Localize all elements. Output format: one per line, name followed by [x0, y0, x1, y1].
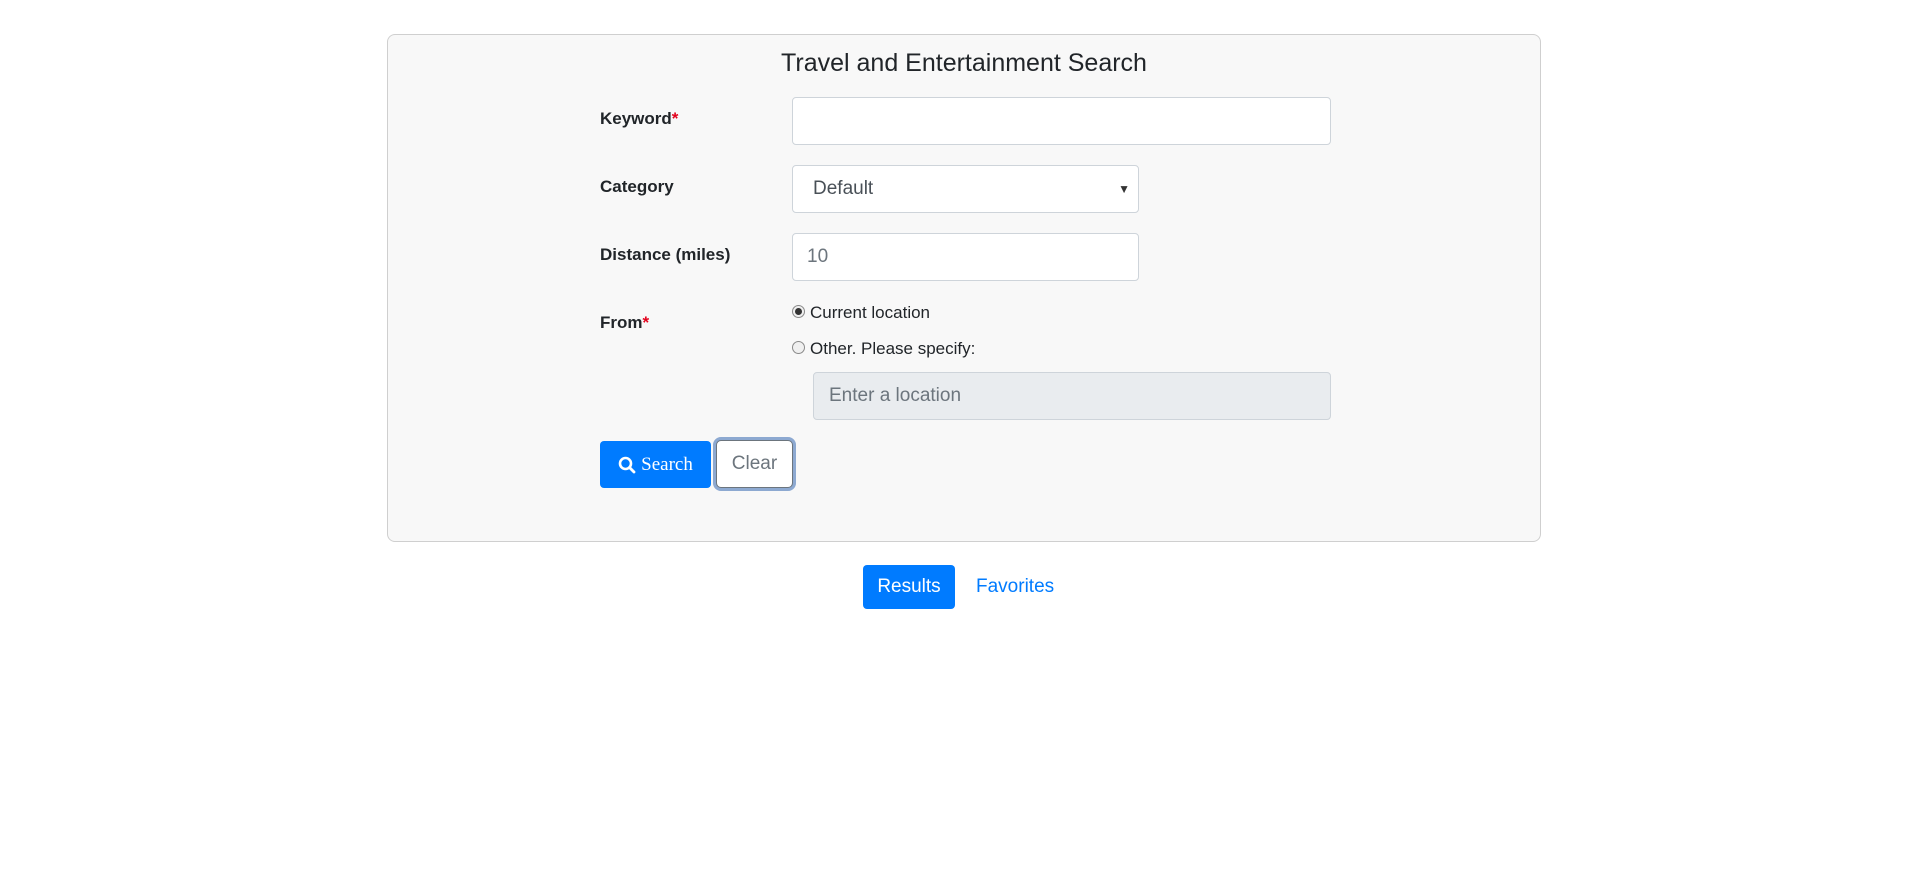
radio-other-location[interactable]: Other. Please specify:	[792, 339, 975, 359]
radio-other-location-label: Other. Please specify:	[810, 339, 976, 358]
distance-input[interactable]	[792, 233, 1139, 281]
tab-results[interactable]: Results	[863, 565, 955, 609]
search-button[interactable]: Search	[600, 441, 711, 488]
clear-button[interactable]: Clear	[716, 440, 793, 488]
page-title: Travel and Entertainment Search	[781, 49, 1147, 77]
result-tabs: Results Favorites	[863, 565, 1054, 609]
required-mark: *	[642, 313, 650, 332]
category-selected-value: Default	[813, 178, 874, 199]
required-mark: *	[671, 109, 679, 128]
radio-current-location[interactable]: Current location	[792, 303, 930, 323]
keyword-label-text: Keyword	[600, 109, 672, 128]
distance-label: Distance (miles)	[600, 245, 731, 264]
search-icon	[618, 456, 636, 473]
tab-favorites[interactable]: Favorites	[976, 576, 1054, 598]
category-select[interactable]: Default ▼	[792, 165, 1139, 213]
search-button-label: Search	[641, 453, 693, 475]
from-label-text: From	[600, 313, 643, 332]
from-label: From*	[600, 313, 649, 333]
keyword-label: Keyword*	[600, 109, 678, 129]
chevron-down-icon: ▼	[1118, 182, 1130, 196]
search-form-panel: Travel and Entertainment Search Keyword*…	[387, 34, 1541, 542]
keyword-input[interactable]	[792, 97, 1331, 145]
radio-button-unchecked[interactable]	[792, 341, 805, 354]
radio-button-checked[interactable]	[792, 305, 805, 318]
category-label: Category	[600, 177, 674, 196]
radio-current-location-label: Current location	[810, 303, 931, 322]
location-input[interactable]	[813, 372, 1331, 420]
